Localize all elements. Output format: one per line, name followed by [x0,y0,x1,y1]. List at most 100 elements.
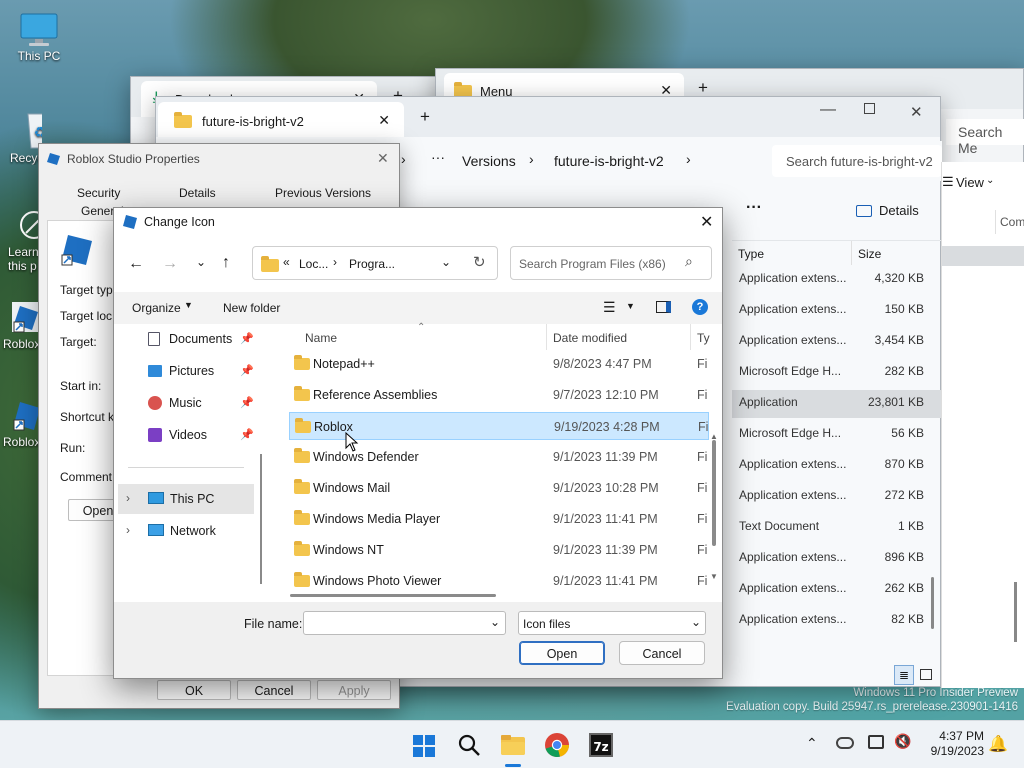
new-folder-button[interactable]: New folder [223,301,280,315]
close-window-icon[interactable]: ✕ [910,103,923,121]
horizontal-scrollbar[interactable] [290,594,496,597]
open-button[interactable]: Open [519,641,605,665]
menu-window-scrollbar[interactable] [1014,582,1017,642]
apply-button[interactable]: Apply [317,680,391,700]
explorer-row-size[interactable]: 896 KB [836,550,924,564]
more-locations-icon[interactable]: ··· [431,149,445,165]
preview-pane-icon[interactable] [656,301,671,313]
show-hidden-icons-chevron-icon[interactable]: ⌃ [806,735,818,752]
explorer-row-size[interactable]: 56 KB [836,426,924,440]
column-comment[interactable]: Com [1000,215,1024,229]
desktop-icon-this-pc[interactable]: This PC [4,12,74,63]
tab-previous-versions[interactable]: Previous Versions [275,186,371,200]
pin-icon[interactable]: 📌 [240,364,254,377]
address-dropdown-icon[interactable]: ⌄ [441,255,451,269]
explorer-row-type[interactable]: Application extens... [739,612,846,626]
view-options-chevron-icon[interactable]: ▼ [626,301,635,311]
view-label[interactable]: View [956,175,984,190]
tab-details[interactable]: Details [179,186,216,200]
scroll-down-icon[interactable]: ▼ [710,572,718,581]
display-icon[interactable] [868,735,884,749]
file-type-filter[interactable]: Icon files ⌄ [518,611,706,635]
details-pane-icon[interactable] [856,205,872,217]
pin-icon[interactable]: 📌 [240,396,254,409]
file-name-input[interactable]: ⌄ [303,611,506,635]
explorer-row-size[interactable]: 4,320 KB [836,271,924,285]
file-row[interactable]: Reference Assemblies 9/7/2023 12:10 PM Fi [289,381,709,409]
explorer-row-size[interactable]: 23,801 KB [836,395,924,409]
address-part-loc[interactable]: Loc... [299,257,328,271]
explorer-row-size[interactable]: 150 KB [836,302,924,316]
close-dialog-icon[interactable]: ✕ [700,212,713,232]
explorer-row-type[interactable]: Text Document [739,519,819,533]
notification-bell-icon[interactable]: 🔔 [988,734,1008,754]
address-part-progra[interactable]: Progra... [349,257,395,271]
column-date-modified[interactable]: Date modified [553,331,627,345]
desktop-icon-recycle-bin[interactable]: ♻ Recyc [2,108,42,165]
chevron-down-icon[interactable]: ⌄ [691,615,701,629]
more-options-icon[interactable]: ··· [746,199,762,217]
nav-network[interactable]: › Network [118,516,254,546]
expand-chevron-icon[interactable]: › [126,491,130,505]
file-row[interactable]: Notepad++ 9/8/2023 4:47 PM Fi [289,350,709,378]
explorer-search-box[interactable]: Search future-is-bright-v2 [772,145,942,177]
column-type[interactable]: Type [738,247,764,261]
explorer-row-type[interactable]: Application extens... [739,457,846,471]
onedrive-icon[interactable] [836,737,854,749]
change-icon-dialog[interactable]: Change Icon ✕ ← → ⌄ ↑ « Loc... › Progra.… [113,207,723,679]
file-row[interactable]: Windows NT 9/1/2023 11:39 PM Fi [289,536,709,564]
back-arrow-icon[interactable]: ← [128,255,144,273]
explorer-row-type[interactable]: Application extens... [739,302,846,316]
new-tab-icon[interactable]: + [420,107,430,127]
explorer-row-type[interactable]: Application extens... [739,581,846,595]
close-window-icon[interactable]: ✕ [377,150,389,167]
breadcrumb-future[interactable]: future-is-bright-v2 [554,153,664,169]
desktop-icon-roblox-2[interactable]: Roblox [0,398,40,449]
desktop-icon-learn-about-picture[interactable]: Learn this p [0,208,48,273]
clock[interactable]: 4:37 PM 9/19/2023 [922,729,984,759]
column-name[interactable]: Name [305,331,337,345]
details-button[interactable]: Details [879,203,919,218]
search-icon[interactable] [457,733,481,760]
up-arrow-icon[interactable]: ↑ [222,254,230,272]
ok-button[interactable]: OK [157,680,231,700]
desktop-icon-roblox-1[interactable]: Roblox [0,300,42,351]
volume-muted-icon[interactable]: 🔇 [894,733,911,750]
view-options-icon[interactable]: ☰ [603,299,616,316]
column-size[interactable]: Size [858,247,881,261]
7zip-icon[interactable]: 7z [589,733,613,757]
explorer-row-size[interactable]: 282 KB [836,364,924,378]
explorer-row-type[interactable]: Microsoft Edge H... [739,426,841,440]
pin-icon[interactable]: 📌 [240,332,254,345]
menu-search-box[interactable]: Search Me [946,119,1024,156]
breadcrumb-versions[interactable]: Versions [462,153,516,169]
chrome-icon[interactable] [544,732,570,761]
explorer-row-size[interactable]: 870 KB [836,457,924,471]
explorer-row-size[interactable]: 1 KB [836,519,924,533]
expand-chevron-icon[interactable]: › [126,523,130,537]
help-icon[interactable]: ? [692,299,708,315]
explorer-row-type[interactable]: Application [739,395,798,409]
organize-button[interactable]: Organize [132,301,181,315]
explorer-row-type[interactable]: Application extens... [739,488,846,502]
tab-security[interactable]: Security [77,186,120,200]
file-explorer-icon[interactable] [500,733,526,760]
recent-locations-icon[interactable]: ⌄ [196,255,206,269]
maximize-icon[interactable] [864,103,875,114]
explorer-scrollbar[interactable] [931,577,934,629]
explorer-row-size[interactable]: 82 KB [836,612,924,626]
explorer-row-type[interactable]: Microsoft Edge H... [739,364,841,378]
start-icon[interactable] [413,735,435,760]
close-tab-icon[interactable]: ✕ [378,112,390,129]
forward-arrow-icon[interactable]: → [162,255,178,273]
tiles-view-icon[interactable] [920,669,932,680]
details-view-icon[interactable]: ≣ [894,665,914,685]
cancel-dialog-button[interactable]: Cancel [619,641,705,665]
file-row[interactable]: Windows Media Player 9/1/2023 11:41 PM Fi [289,505,709,533]
explorer-row-type[interactable]: Application extens... [739,333,846,347]
column-type[interactable]: Ty [697,331,710,345]
refresh-icon[interactable]: ↻ [473,253,486,271]
tab-future-is-bright[interactable]: future-is-bright-v2 ✕ [158,102,404,137]
explorer-row-size[interactable]: 272 KB [836,488,924,502]
new-tab-icon[interactable]: + [698,78,708,98]
